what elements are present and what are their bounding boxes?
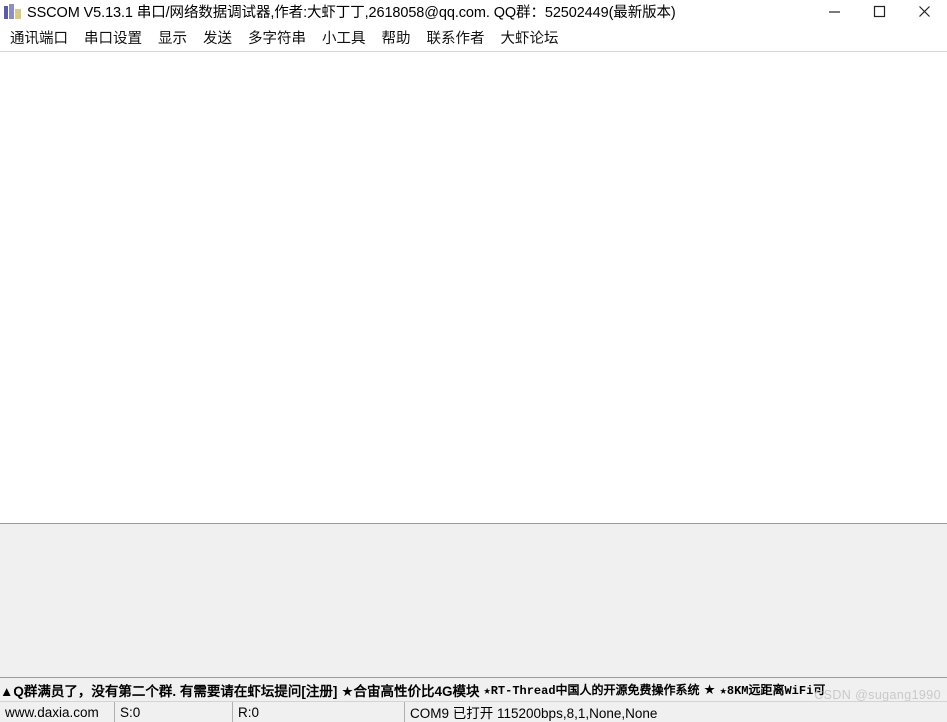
menu-item-help[interactable]: 帮助	[374, 25, 419, 50]
app-logo-icon	[4, 3, 22, 20]
ad-text-2: ★合宙高性价比4G模块	[341, 683, 480, 699]
menu-item-serial-settings[interactable]: 串口设置	[76, 25, 150, 50]
close-icon[interactable]	[902, 0, 947, 23]
menu-item-contact-author[interactable]: 联系作者	[419, 25, 493, 50]
ad-text-3: ★RT-Thread中国人的开源免费操作系统	[483, 684, 700, 698]
minimize-icon[interactable]	[812, 0, 857, 23]
menu-item-multi-string[interactable]: 多字符串	[240, 25, 314, 50]
advertisement-bar[interactable]: ▲Q群满员了，没有第二个群. 有需要请在虾坛提问[注册] ★合宙高性价比4G模块…	[0, 677, 947, 701]
menu-item-forum[interactable]: 大虾论坛	[493, 25, 567, 50]
maximize-icon[interactable]	[857, 0, 902, 23]
ad-text-1: ▲Q群满员了，没有第二个群. 有需要请在虾坛提问[注册]	[0, 683, 338, 699]
menu-bar: 通讯端口 串口设置 显示 发送 多字符串 小工具 帮助 联系作者 大虾论坛	[0, 23, 947, 52]
status-connection-info: COM9 已打开 115200bps,8,1,None,None	[410, 706, 658, 721]
menu-item-comm-port[interactable]: 通讯端口	[2, 25, 76, 50]
sscom-application-window: SSCOM V5.13.1 串口/网络数据调试器,作者:大虾丁丁,2618058…	[0, 0, 947, 722]
menu-item-tools[interactable]: 小工具	[314, 25, 374, 50]
title-bar: SSCOM V5.13.1 串口/网络数据调试器,作者:大虾丁丁,2618058…	[0, 0, 947, 23]
menu-item-send[interactable]: 发送	[195, 25, 240, 50]
status-website[interactable]: www.daxia.com	[0, 702, 115, 722]
menu-item-display[interactable]: 显示	[150, 25, 195, 50]
ad-text-4: ★	[703, 681, 716, 697]
status-sent-count: S:0	[115, 702, 233, 722]
ad-text-5: ★8KM远距离WiFi可	[719, 684, 826, 698]
receive-data-area[interactable]	[0, 53, 947, 523]
window-controls	[812, 0, 947, 23]
status-bar: www.daxia.com S:0 R:0 COM9 已打开 115200bps…	[0, 701, 947, 722]
window-title: SSCOM V5.13.1 串口/网络数据调试器,作者:大虾丁丁,2618058…	[27, 5, 676, 21]
status-received-count: R:0	[233, 702, 405, 722]
watermark: CSDN @sugang1990	[814, 688, 941, 702]
